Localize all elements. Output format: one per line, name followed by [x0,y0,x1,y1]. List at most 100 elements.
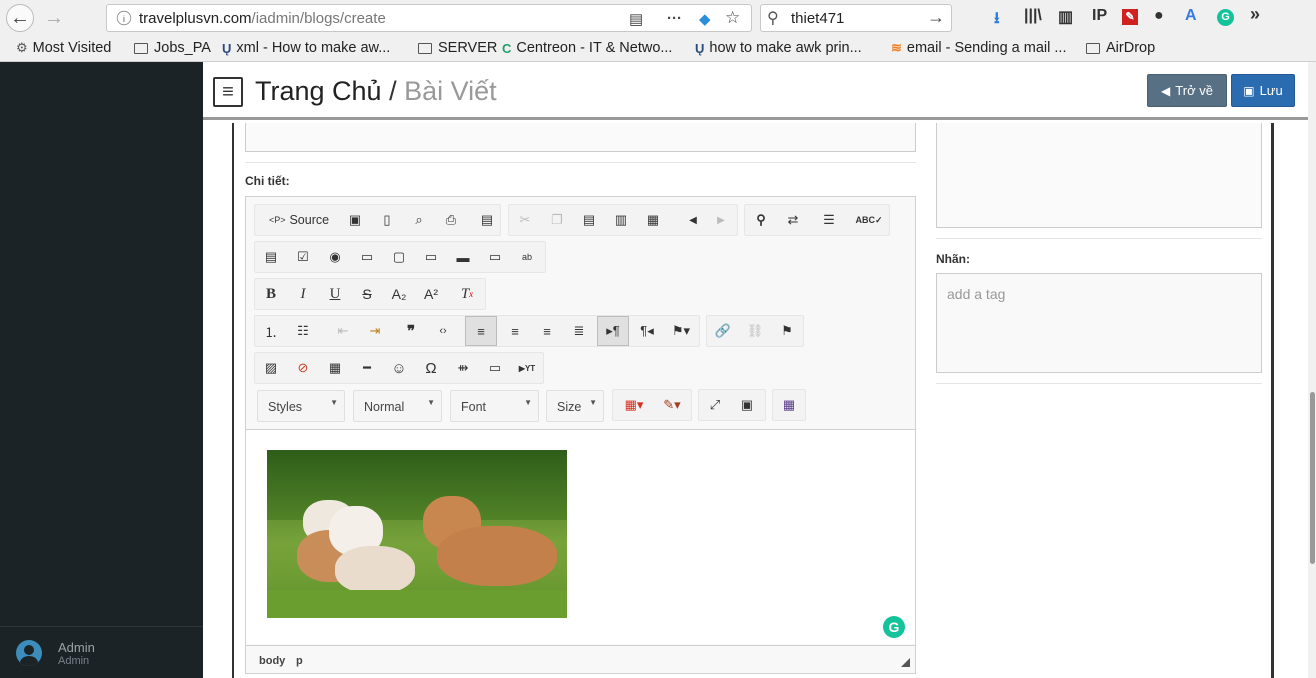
button-field-icon[interactable]: ▬ [449,242,477,272]
image-icon[interactable]: ▨ [257,353,285,383]
path-body[interactable]: body [259,655,285,667]
size-select[interactable]: Size ▼ [546,390,604,422]
library-icon[interactable]: |||\ [1024,7,1042,25]
maximize-icon[interactable]: ⤢ [701,390,729,420]
bookmark-item[interactable]: Ųhow to make awk prin... [695,40,862,56]
bulleted-list-icon[interactable]: ☷ [289,316,317,346]
bookmark-item[interactable]: AirDrop [1086,40,1155,56]
reader-view-icon[interactable]: ▤ [629,10,643,28]
breadcrumb-home[interactable]: Trang Chủ [255,76,382,106]
blockquote-icon[interactable]: ❞ [397,316,425,346]
bookmark-item[interactable]: Ųxml - How to make aw... [222,40,390,56]
bookmark-item[interactable]: ⚙ Most Visited [16,40,111,56]
redo-icon[interactable]: ▶ [707,205,735,235]
select-field-icon[interactable]: ▭ [417,242,445,272]
background-color-icon[interactable]: ✎▾ [655,390,689,420]
save-doc-icon[interactable]: ▣ [341,205,369,235]
link-icon[interactable]: 🔗 [709,316,737,346]
image-button-icon[interactable]: ▭ [481,242,509,272]
align-center-icon[interactable]: ≡ [501,316,529,346]
italic-icon[interactable]: I [289,279,317,309]
page-actions-icon[interactable]: ··· [667,10,682,27]
info-icon[interactable]: i [116,10,132,26]
form-icon[interactable]: ▤ [257,242,285,272]
back-button[interactable]: ◀ Trở về [1147,74,1227,107]
select-all-icon[interactable]: ☰ [815,205,843,235]
youtube-icon[interactable]: ▶YT [513,353,541,383]
find-icon[interactable]: ⚲ [747,205,775,235]
new-page-icon[interactable]: ▯ [373,205,401,235]
numbered-list-icon[interactable]: ⒈ [257,316,285,346]
extension-red-icon[interactable]: ✎ [1122,9,1138,25]
scrollbar-thumb[interactable] [1310,392,1315,564]
radio-icon[interactable]: ◉ [321,242,349,272]
sidebar-user-panel[interactable]: Admin Admin [0,626,203,678]
search-input[interactable]: thiet471 [791,10,844,27]
ip-extension-icon[interactable]: IP [1092,7,1107,25]
path-p[interactable]: p [296,655,303,667]
format-select[interactable]: Normal ▼ [353,390,442,422]
special-char-icon[interactable]: Ω [417,353,445,383]
smiley-icon[interactable]: ☺ [385,353,413,383]
ltr-icon[interactable]: ▸¶ [597,316,629,346]
bookmark-star-icon[interactable]: ☆ [725,8,740,28]
code-icon[interactable]: ‹› [429,316,457,346]
horizontal-rule-icon[interactable]: ━ [353,353,381,383]
textfield-icon[interactable]: ▭ [353,242,381,272]
anchor-flag-icon[interactable]: ⚑ [773,316,801,346]
bookmark-item[interactable]: Jobs_PA [134,40,211,56]
overflow-menu-icon[interactable]: » [1250,4,1260,25]
url-text[interactable]: travelplusvn.com/iadmin/blogs/create [139,10,386,27]
bold-icon[interactable]: B [257,279,285,309]
bulldog-puppies-image[interactable] [267,450,567,618]
unlink-icon[interactable]: ⛓ [741,316,769,346]
previous-textarea[interactable] [245,123,916,152]
text-color-icon[interactable]: ▦▾ [617,390,651,420]
checkbox-icon[interactable]: ☑ [289,242,317,272]
tags-input[interactable]: add a tag [947,286,1007,302]
indent-icon[interactable]: ⇥ [361,316,389,346]
iframe-icon[interactable]: ▭ [481,353,509,383]
bookmark-item[interactable]: C Centreon - IT & Netwo... [502,40,672,56]
source-button[interactable]: <P> Source [259,205,339,235]
cut-icon[interactable]: ✂ [511,205,539,235]
browser-forward-button[interactable]: → [40,4,68,32]
templates-icon[interactable]: ▤ [473,205,501,235]
grammarly-icon[interactable]: G [883,616,905,638]
search-bar[interactable]: ⚲ thiet471 → [760,4,952,32]
paste-icon[interactable]: ▤ [575,205,603,235]
remove-format-icon[interactable]: Tx [453,279,481,309]
pocket-icon[interactable]: ◆ [699,10,711,28]
menu-toggle-button[interactable]: ≡ [213,77,243,107]
undo-icon[interactable]: ◀ [679,205,707,235]
replace-icon[interactable]: ⇄ [779,205,807,235]
grammarly-extension-icon[interactable]: G [1217,9,1234,26]
right-panel-box[interactable] [936,123,1262,228]
strikethrough-icon[interactable]: S [353,279,381,309]
page-scrollbar[interactable] [1308,62,1316,678]
preview-icon[interactable]: ⌕ [405,205,433,235]
print-icon[interactable]: ⎙ [437,205,465,235]
justify-icon[interactable]: ≣ [565,316,593,346]
underline-icon[interactable]: U [321,279,349,309]
page-break-icon[interactable]: ⇻ [449,353,477,383]
url-bar[interactable]: i travelplusvn.com/iadmin/blogs/create ▤… [106,4,752,32]
outdent-icon[interactable]: ⇤ [329,316,357,346]
textarea-icon[interactable]: ▢ [385,242,413,272]
table-icon[interactable]: ▦ [321,353,349,383]
bookmark-item[interactable]: ≋ email - Sending a mail ... [891,40,1066,56]
sidebar-toggle-icon[interactable]: ▥ [1058,7,1073,27]
language-icon[interactable]: ⚑▾ [665,316,697,346]
grid-icon[interactable]: ▦ [775,390,803,420]
paste-text-icon[interactable]: ▥ [607,205,635,235]
resize-grip-icon[interactable] [901,658,910,667]
download-icon[interactable]: ⭳ [994,7,1000,34]
rtl-icon[interactable]: ¶◂ [633,316,661,346]
styles-select[interactable]: Styles ▼ [257,390,345,422]
editor-content-area[interactable]: G [246,429,915,644]
flash-icon[interactable]: ⊘ [289,353,317,383]
account-icon[interactable]: ● [1154,7,1164,25]
hidden-field-icon[interactable]: ab [513,242,541,272]
align-left-icon[interactable]: ≡ [465,316,497,346]
font-select[interactable]: Font ▼ [450,390,539,422]
